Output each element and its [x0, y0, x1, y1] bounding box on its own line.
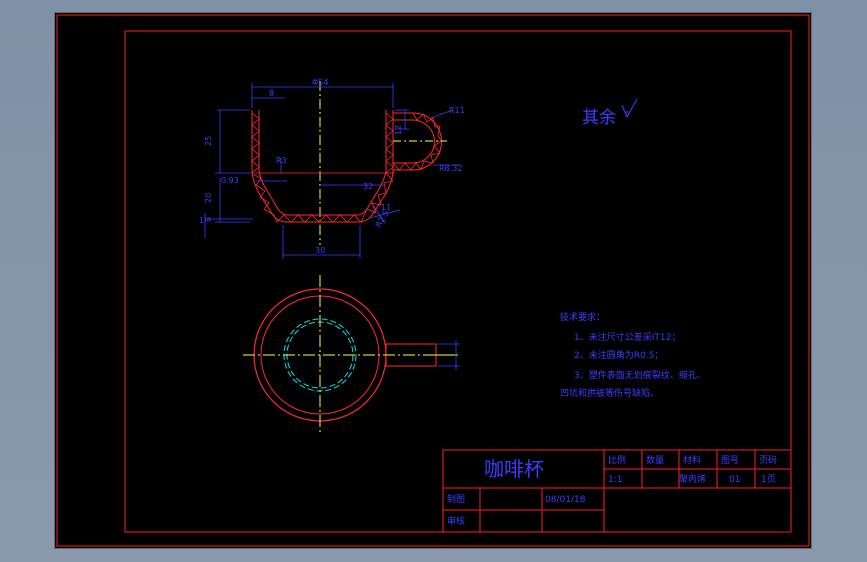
header-quantity: 数量 [646, 454, 664, 466]
tech-item-1: 1、未注尺寸公差采IT12； [574, 331, 680, 343]
tech-requirements: 技术要求： 1、未注尺寸公差采IT12； 2、未注圆角为R0.5； 3、塑件表面… [560, 311, 706, 399]
value-material: 聚丙烯 [679, 473, 706, 485]
tech-title: 技术要求： [560, 311, 605, 323]
dim-offset-small: 1 [199, 216, 204, 225]
dim-handle-r8: R8.32 [439, 164, 462, 173]
dim-inner-width: 8 [269, 89, 274, 98]
roughness-value: 6 [625, 110, 630, 118]
dim-foot-radius: R2.5 [374, 209, 391, 229]
roughness-text: 其余 [582, 108, 616, 128]
drawn-date: 08/01/18 [545, 495, 586, 505]
dim-handle-12: 12 [394, 125, 403, 135]
outer-frame [56, 14, 810, 547]
dim-depth-32: 32 [363, 182, 373, 191]
value-scale: 1:1 [608, 475, 622, 485]
dim-handle-r11: R11 [449, 106, 465, 115]
dim-base-30: 30 [315, 246, 325, 255]
tech-item-4: 凹坑和拱被等伤号缺陷。 [560, 387, 659, 399]
dim-wall-thickness: 0.93 [221, 176, 239, 185]
roughness-note: 其余 6 [582, 98, 638, 128]
tech-item-2: 2、未注圆角为R0.5； [574, 349, 663, 361]
tech-item-3: 3、塑件表面无划痕裂纹、缩孔、 [574, 369, 706, 381]
wall-hatching [251, 112, 394, 223]
dim-height-left: 25 [204, 136, 213, 146]
dim-height-lower: 20 [204, 193, 213, 203]
header-page: 页码 [759, 455, 777, 466]
cad-drawing: Φ54 8 25 20 8 1 R3 0.93 32 30 R11 R8.32 … [56, 14, 810, 547]
header-drawing-no: 图号 [721, 455, 739, 466]
dimension-lines [204, 83, 460, 259]
drawn-label: 制图 [447, 493, 465, 505]
value-page: 1页 [761, 474, 776, 485]
drawing-sheet: Φ54 8 25 20 8 1 R3 0.93 32 30 R11 R8.32 … [55, 13, 811, 548]
header-material: 材料 [683, 454, 701, 466]
dim-radius-r3: R3 [276, 156, 287, 165]
cup-section-view: Φ54 8 25 20 8 1 R3 0.93 32 30 R11 R8.32 … [199, 78, 465, 259]
part-name: 咖啡杯 [484, 457, 544, 481]
cup-outer-wall [251, 110, 394, 223]
title-block: 咖啡杯 比例 数量 材料 图号 页码 1:1 聚丙烯 01 1页 制图 08/0… [442, 449, 792, 533]
dim-top-diameter: Φ54 [312, 78, 328, 87]
header-scale: 比例 [608, 454, 626, 466]
cup-top-view [243, 275, 460, 435]
checked-label: 审核 [447, 515, 465, 527]
value-drawing-no: 01 [729, 475, 740, 485]
dim-bottom-step: 8 [204, 217, 213, 222]
